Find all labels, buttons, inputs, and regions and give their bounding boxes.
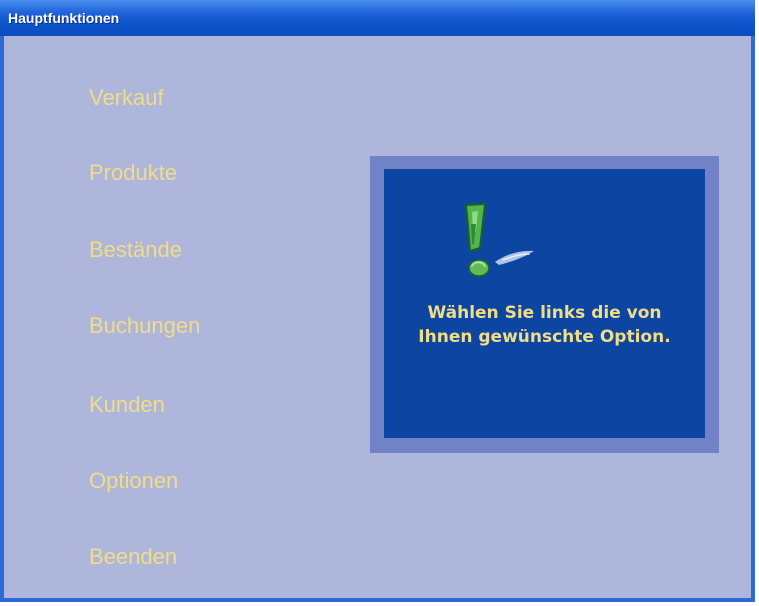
menu-item-optionen[interactable]: Optionen	[89, 466, 178, 496]
selection-prompt-line-1: Wählen Sie links die von	[427, 303, 662, 323]
menu-item-kunden[interactable]: Kunden	[89, 390, 165, 420]
selection-prompt: Wählen Sie links die von Ihnen gewünscht…	[384, 301, 705, 349]
selection-prompt-line-2: Ihnen gewünschte Option.	[418, 327, 671, 347]
message-panel-frame: Wählen Sie links die von Ihnen gewünscht…	[370, 156, 719, 453]
exclamation-icon	[465, 203, 534, 277]
main-menu: Verkauf Produkte Bestände Buchungen Kund…	[4, 36, 324, 598]
main-functions-window: Hauptfunktionen Verkauf Produkte Beständ…	[0, 0, 755, 602]
menu-item-bestaende[interactable]: Bestände	[89, 235, 182, 265]
window-title: Hauptfunktionen	[8, 10, 120, 26]
menu-item-beenden[interactable]: Beenden	[89, 542, 177, 572]
message-panel: Wählen Sie links die von Ihnen gewünscht…	[384, 169, 705, 438]
menu-item-verkauf[interactable]: Verkauf	[89, 83, 164, 113]
menu-item-produkte[interactable]: Produkte	[89, 158, 177, 188]
title-bar[interactable]: Hauptfunktionen	[0, 0, 755, 36]
menu-item-buchungen[interactable]: Buchungen	[89, 311, 200, 341]
window-content: Verkauf Produkte Bestände Buchungen Kund…	[4, 36, 751, 598]
